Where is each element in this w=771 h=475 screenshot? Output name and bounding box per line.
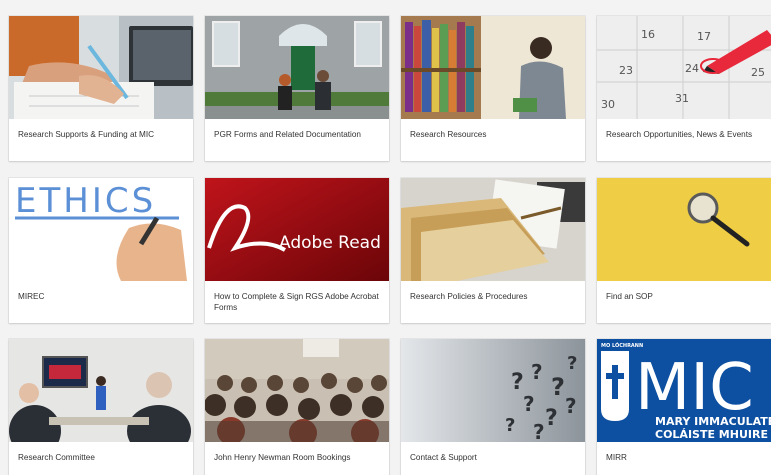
- tile-label: Find an SOP: [606, 292, 653, 301]
- tile-research-opportunities[interactable]: 16 17 23 24 25 30 31 Research Opportunit…: [597, 16, 771, 161]
- logo-text-mic: MIC: [635, 351, 754, 425]
- svg-text:?: ?: [533, 420, 545, 442]
- svg-text:?: ?: [551, 373, 565, 401]
- tile-label: Research Committee: [18, 453, 95, 462]
- svg-text:?: ?: [523, 392, 535, 416]
- tile-image-students-building: [205, 16, 389, 119]
- tile-image-mic-logo: MO LÓCHRANN MIC MARY IMMACULATE COLÁISTE…: [597, 339, 771, 442]
- tile-image-calendar: 16 17 23 24 25 30 31: [597, 16, 771, 119]
- tile-label: How to Complete & Sign RGS Adobe Acrobat…: [214, 292, 379, 312]
- tile-mirr[interactable]: MO LÓCHRANN MIC MARY IMMACULATE COLÁISTE…: [597, 339, 771, 475]
- tile-adobe-forms[interactable]: Adobe Read How to Complete & Sign RGS Ad…: [205, 178, 389, 323]
- svg-text:?: ?: [511, 370, 524, 395]
- ethics-image-text: ETHICS: [15, 181, 156, 221]
- tile-mirec[interactable]: ETHICS MIREC: [9, 178, 193, 323]
- tile-contact-support[interactable]: ? ? ? ? ? ? ? ? ? Contact & Support: [401, 339, 585, 475]
- adobe-image-text: Adobe Read: [279, 233, 381, 253]
- svg-text:?: ?: [567, 353, 577, 374]
- tile-pgr-forms[interactable]: PGR Forms and Related Documentation: [205, 16, 389, 161]
- tile-label: John Henry Newman Room Bookings: [214, 453, 351, 462]
- tile-image-question-marks: ? ? ? ? ? ? ? ? ?: [401, 339, 585, 442]
- tile-label: PGR Forms and Related Documentation: [214, 130, 361, 139]
- tile-image-person-writing: [9, 16, 193, 119]
- tile-label: Research Resources: [410, 130, 487, 139]
- svg-text:31: 31: [675, 92, 689, 105]
- svg-text:23: 23: [619, 64, 633, 77]
- tile-research-committee[interactable]: Research Committee: [9, 339, 193, 475]
- tile-research-policies[interactable]: Research Policies & Procedures: [401, 178, 585, 323]
- tile-image-adobe-reader: Adobe Read: [205, 178, 389, 281]
- logo-text-mo-lochrann: MO LÓCHRANN: [601, 342, 643, 349]
- tile-label: Research Policies & Procedures: [410, 292, 528, 301]
- tile-image-ethics: ETHICS: [9, 178, 193, 281]
- resource-tile-grid: Research Supports & Funding at MIC PGR F…: [0, 0, 771, 475]
- svg-text:?: ?: [545, 406, 558, 431]
- logo-text-line1: MARY IMMACULATE: [655, 415, 771, 428]
- tile-jhn-room-bookings[interactable]: John Henry Newman Room Bookings: [205, 339, 389, 475]
- svg-text:?: ?: [531, 360, 543, 384]
- svg-text:?: ?: [505, 415, 515, 436]
- tile-find-an-sop[interactable]: Find an SOP: [597, 178, 771, 323]
- tile-label: MIRR: [606, 453, 627, 462]
- tile-image-magnifier: [597, 178, 771, 281]
- svg-text:?: ?: [565, 394, 577, 418]
- tile-image-folders: [401, 178, 585, 281]
- svg-text:25: 25: [751, 66, 765, 79]
- tile-research-resources[interactable]: Research Resources: [401, 16, 585, 161]
- tile-label: Research Supports & Funding at MIC: [18, 130, 155, 139]
- svg-text:30: 30: [601, 98, 615, 111]
- logo-text-line2: COLÁISTE MHUIRE GA: [655, 428, 771, 441]
- tile-research-supports-funding[interactable]: Research Supports & Funding at MIC: [9, 16, 193, 161]
- tile-image-meeting: [9, 339, 193, 442]
- tile-image-library: [401, 16, 585, 119]
- tile-label: Contact & Support: [410, 453, 477, 462]
- svg-text:16: 16: [641, 28, 655, 41]
- svg-text:17: 17: [697, 30, 711, 43]
- tile-image-audience: [205, 339, 389, 442]
- svg-text:24: 24: [685, 62, 699, 75]
- tile-label: Research Opportunities, News & Events: [606, 130, 753, 139]
- tile-label: MIREC: [18, 292, 45, 301]
